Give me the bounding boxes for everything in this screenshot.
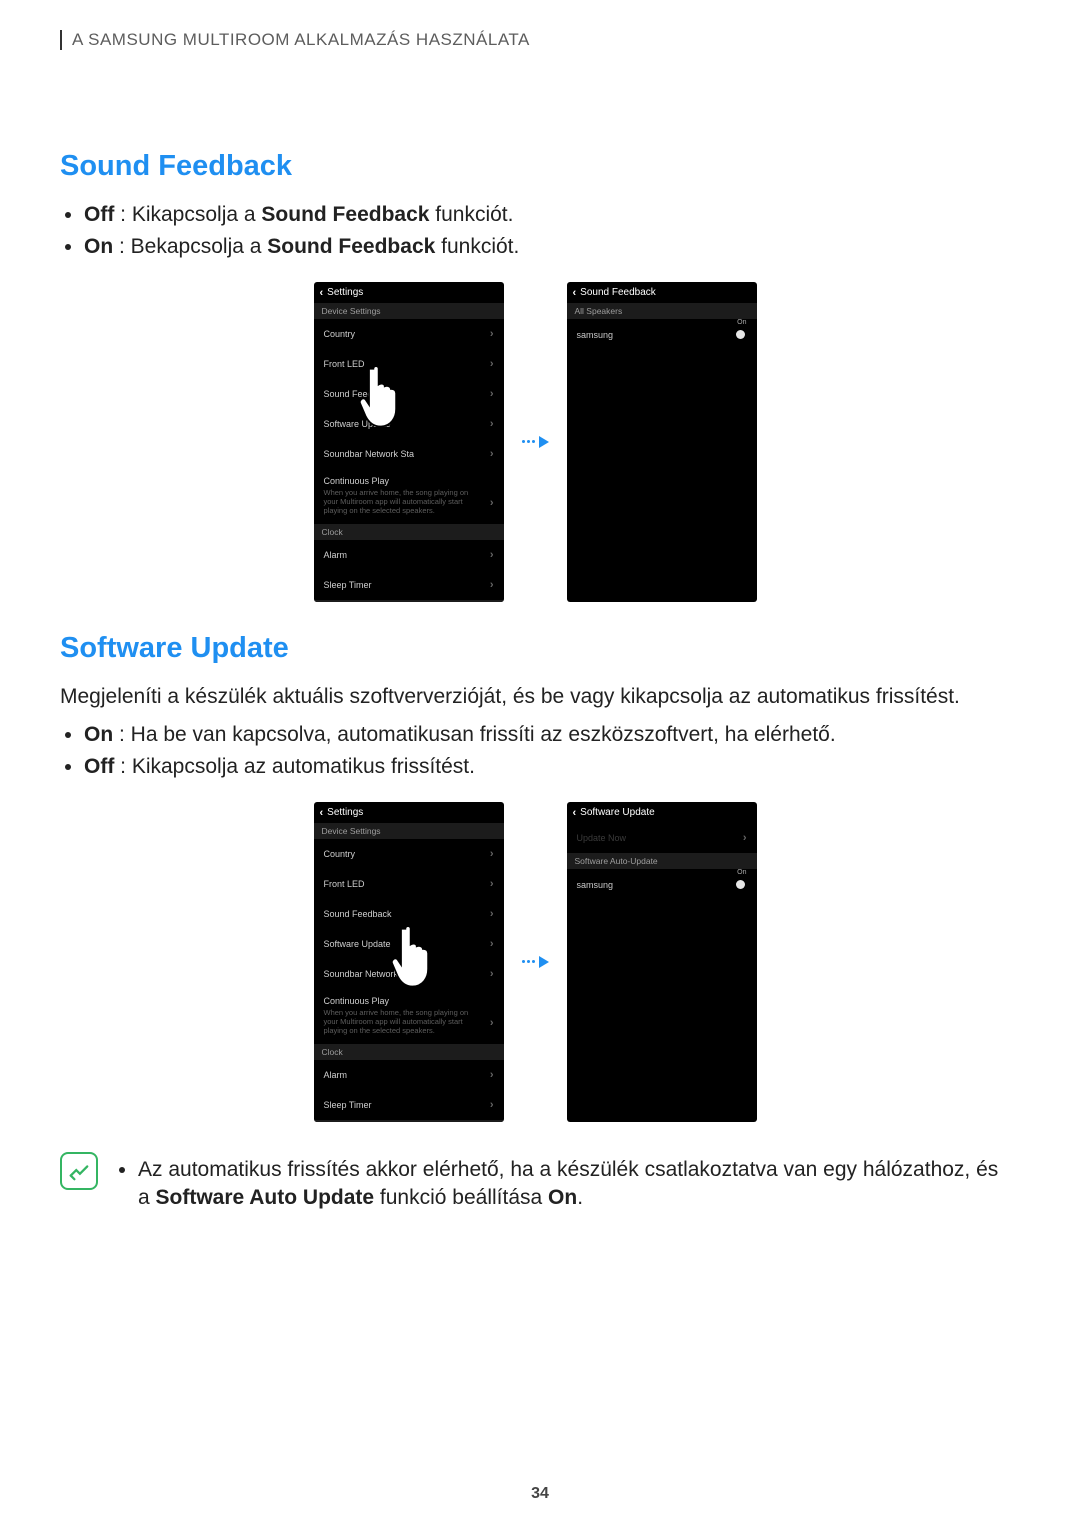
chevron-right-icon: ›: [490, 388, 494, 400]
back-chevron-icon: ‹: [320, 807, 324, 819]
sf-detail-title: ‹Sound Feedback: [567, 282, 757, 303]
list-item: On : Ha be van kapcsolva, automatikusan …: [84, 721, 1010, 749]
back-chevron-icon: ‹: [573, 287, 577, 299]
chevron-right-icon: ›: [490, 328, 494, 340]
settings-row-sound-feedback: Sound Feedback›: [314, 379, 504, 409]
chevron-right-icon: ›: [490, 848, 494, 860]
software-update-bullets: On : Ha be van kapcsolva, automatikusan …: [60, 721, 1010, 782]
chevron-right-icon: ›: [743, 832, 747, 844]
settings-row-alarm: Alarm›: [314, 540, 504, 570]
settings-row-soundbar: Soundbar Network Sta›: [314, 959, 504, 989]
chevron-right-icon: ›: [490, 1099, 494, 1111]
arrow-indicator: [522, 956, 549, 968]
su-samsung-row: samsung On: [567, 869, 757, 901]
chevron-right-icon: ›: [490, 938, 494, 950]
sound-feedback-figure: ‹Settings Device Settings Country› Front…: [60, 282, 1010, 602]
settings-row-software-update: Software Update›: [314, 409, 504, 439]
settings-subheader-support: Support: [314, 1120, 504, 1122]
settings-row-continuous-play: Continuous Play When you arrive home, th…: [314, 989, 504, 1044]
sf-detail-sub: All Speakers: [567, 303, 757, 319]
chevron-right-icon: ›: [490, 358, 494, 370]
software-update-intro: Megjeleníti a készülék aktuális szoftver…: [60, 683, 1010, 711]
page-header: A SAMSUNG MULTIROOM ALKALMAZÁS HASZNÁLAT…: [60, 30, 1010, 50]
toggle-switch: On: [725, 329, 747, 341]
chevron-right-icon: ›: [490, 448, 494, 460]
note-text: Az automatikus frissítés akkor elérhető,…: [138, 1156, 1010, 1213]
settings-row-country: Country›: [314, 319, 504, 349]
sound-feedback-bullets: Off : Kikapcsolja a Sound Feedback funkc…: [60, 201, 1010, 262]
chevron-right-icon: ›: [490, 908, 494, 920]
chevron-right-icon: ›: [490, 497, 494, 509]
su-detail-title: ‹Software Update: [567, 802, 757, 823]
chevron-right-icon: ›: [490, 1069, 494, 1081]
arrow-indicator: [522, 436, 549, 448]
settings-subheader-device: Device Settings: [314, 823, 504, 839]
page-number: 34: [0, 1485, 1080, 1503]
note-block: Az automatikus frissítés akkor elérhető,…: [60, 1152, 1010, 1217]
chevron-right-icon: ›: [490, 579, 494, 591]
back-chevron-icon: ‹: [573, 807, 577, 819]
toggle-switch: On: [725, 879, 747, 891]
settings-row-continuous-play: Continuous Play When you arrive home, th…: [314, 469, 504, 524]
sound-feedback-screenshot: ‹Sound Feedback All Speakers samsung On: [567, 282, 757, 602]
section-title-sound-feedback: Sound Feedback: [60, 150, 1010, 183]
chevron-right-icon: ›: [490, 549, 494, 561]
settings-subheader-device: Device Settings: [314, 303, 504, 319]
settings-subheader-clock: Clock: [314, 524, 504, 540]
back-chevron-icon: ‹: [320, 287, 324, 299]
chevron-right-icon: ›: [490, 878, 494, 890]
sf-samsung-row: samsung On: [567, 319, 757, 351]
settings-screenshot: ‹Settings Device Settings Country› Front…: [314, 282, 504, 602]
list-item: On : Bekapcsolja a Sound Feedback funkci…: [84, 233, 1010, 261]
settings-row-alarm: Alarm›: [314, 1060, 504, 1090]
settings-row-sleep-timer: Sleep Timer›: [314, 1090, 504, 1120]
list-item: Off : Kikapcsolja a Sound Feedback funkc…: [84, 201, 1010, 229]
software-update-figure: ‹Settings Device Settings Country› Front…: [60, 802, 1010, 1122]
settings-title: ‹Settings: [314, 282, 504, 303]
chevron-right-icon: ›: [490, 1017, 494, 1029]
su-update-now-row: Update Now›: [567, 823, 757, 853]
section-title-software-update: Software Update: [60, 632, 1010, 665]
settings-row-sleep-timer: Sleep Timer›: [314, 570, 504, 600]
chevron-right-icon: ›: [490, 418, 494, 430]
software-update-screenshot: ‹Software Update Update Now› Software Au…: [567, 802, 757, 1122]
list-item: Off : Kikapcsolja az automatikus frissít…: [84, 753, 1010, 781]
chevron-right-icon: ›: [490, 968, 494, 980]
settings-row-soundbar: Soundbar Network Sta›: [314, 439, 504, 469]
su-detail-sub: Software Auto-Update: [567, 853, 757, 869]
settings-subheader-support: Support: [314, 600, 504, 602]
settings-subheader-clock: Clock: [314, 1044, 504, 1060]
note-icon: [60, 1152, 98, 1190]
settings-screenshot-2: ‹Settings Device Settings Country› Front…: [314, 802, 504, 1122]
settings-title: ‹Settings: [314, 802, 504, 823]
settings-row-country: Country›: [314, 839, 504, 869]
settings-row-front-led: Front LED›: [314, 349, 504, 379]
settings-row-front-led: Front LED›: [314, 869, 504, 899]
settings-row-sound-feedback: Sound Feedback›: [314, 899, 504, 929]
settings-row-software-update: Software Update›: [314, 929, 504, 959]
